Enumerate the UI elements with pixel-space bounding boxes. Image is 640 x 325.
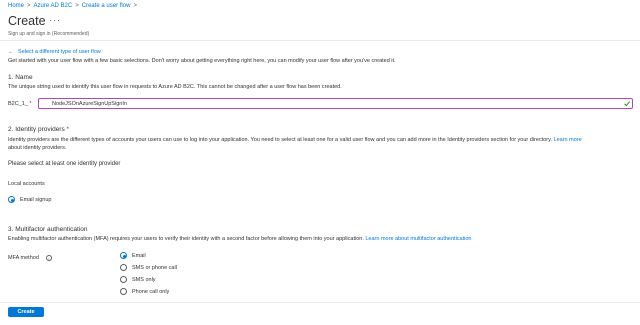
idp-learn-more-link[interactable]: Learn more <box>554 137 582 143</box>
info-icon[interactable]: i <box>46 254 52 261</box>
local-accounts-label: Local accounts <box>8 181 45 187</box>
breadcrumb: Home > Azure AD B2C > Create a user flow > <box>8 3 140 9</box>
footer-divider <box>0 302 640 303</box>
email-signup-radio[interactable] <box>8 196 15 203</box>
name-section-description: The unique string used to identify this … <box>8 84 342 90</box>
breadcrumb-azure-ad-b2c[interactable]: Azure AD B2C <box>34 3 73 9</box>
mfa-option-sms-or-phone[interactable]: SMS or phone call <box>120 263 220 272</box>
email-signup-option[interactable]: Email signup <box>8 195 98 204</box>
idp-description: Identity providers are the different typ… <box>8 137 552 143</box>
page-subtitle: Sign up and sign in (Recommended) <box>8 31 90 37</box>
mfa-option-email[interactable]: Email <box>120 251 220 260</box>
name-section-heading: 1. Name <box>8 74 33 81</box>
mfa-radio-sms-only[interactable] <box>120 276 127 283</box>
required-marker: * <box>66 126 70 133</box>
breadcrumb-create-user-flow[interactable]: Create a user flow <box>82 3 131 9</box>
idp-heading-text: 2. Identity providers <box>8 126 65 133</box>
breadcrumb-separator: > <box>75 3 79 9</box>
intro-text: Get started with your user flow with a f… <box>8 58 396 64</box>
valid-check-icon <box>624 101 630 107</box>
breadcrumb-home[interactable]: Home <box>8 3 24 9</box>
user-flow-name-input[interactable] <box>38 98 633 109</box>
page-title: Create <box>8 14 46 28</box>
required-marker: * <box>29 101 32 107</box>
breadcrumb-separator: > <box>133 3 137 9</box>
name-prefix-label: B2C_1_ * <box>8 101 32 107</box>
header-divider <box>0 40 640 41</box>
more-options-button[interactable]: ··· <box>49 15 61 25</box>
email-signup-label: Email signup <box>20 196 52 203</box>
breadcrumb-separator: > <box>27 3 31 9</box>
idp-learn-more-link-continued[interactable]: about identity providers. <box>8 145 66 151</box>
mfa-radio-email[interactable] <box>120 252 127 259</box>
arrow-left-icon: ← <box>8 49 14 55</box>
mfa-option-phone-only[interactable]: Phone call only <box>120 287 220 296</box>
select-different-user-flow-link[interactable]: ← Select a different type of user flow <box>8 49 101 55</box>
idp-description-line1: Identity providers are the different typ… <box>8 137 582 143</box>
idp-warning: Please select at least one identity prov… <box>8 161 121 167</box>
mfa-radio-sms-or-phone[interactable] <box>120 264 127 271</box>
mfa-radio-phone-only[interactable] <box>120 288 127 295</box>
user-flow-name-value: NodeJSOnAzureSignUpSignIn <box>52 100 127 107</box>
mfa-option-label: Email <box>132 252 146 259</box>
mfa-description-line: Enabling multifactor authentication (MFA… <box>8 236 471 242</box>
mfa-section-heading: 3. Multifactor authentication <box>8 226 88 233</box>
name-prefix: B2C_1_ <box>8 101 28 107</box>
idp-section-heading: 2. Identity providers * <box>8 126 69 133</box>
mfa-method-label: MFA method <box>8 255 39 261</box>
mfa-option-label: SMS or phone call <box>132 264 177 271</box>
mfa-option-label: SMS only <box>132 276 156 283</box>
create-button[interactable]: Create <box>8 307 44 317</box>
mfa-description: Enabling multifactor authentication (MFA… <box>8 236 364 242</box>
mfa-option-sms-only[interactable]: SMS only <box>120 275 220 284</box>
mfa-learn-more-link[interactable]: Learn more about multifactor authenticat… <box>365 236 471 242</box>
back-link-label: Select a different type of user flow <box>18 49 101 55</box>
mfa-option-label: Phone call only <box>132 288 170 295</box>
